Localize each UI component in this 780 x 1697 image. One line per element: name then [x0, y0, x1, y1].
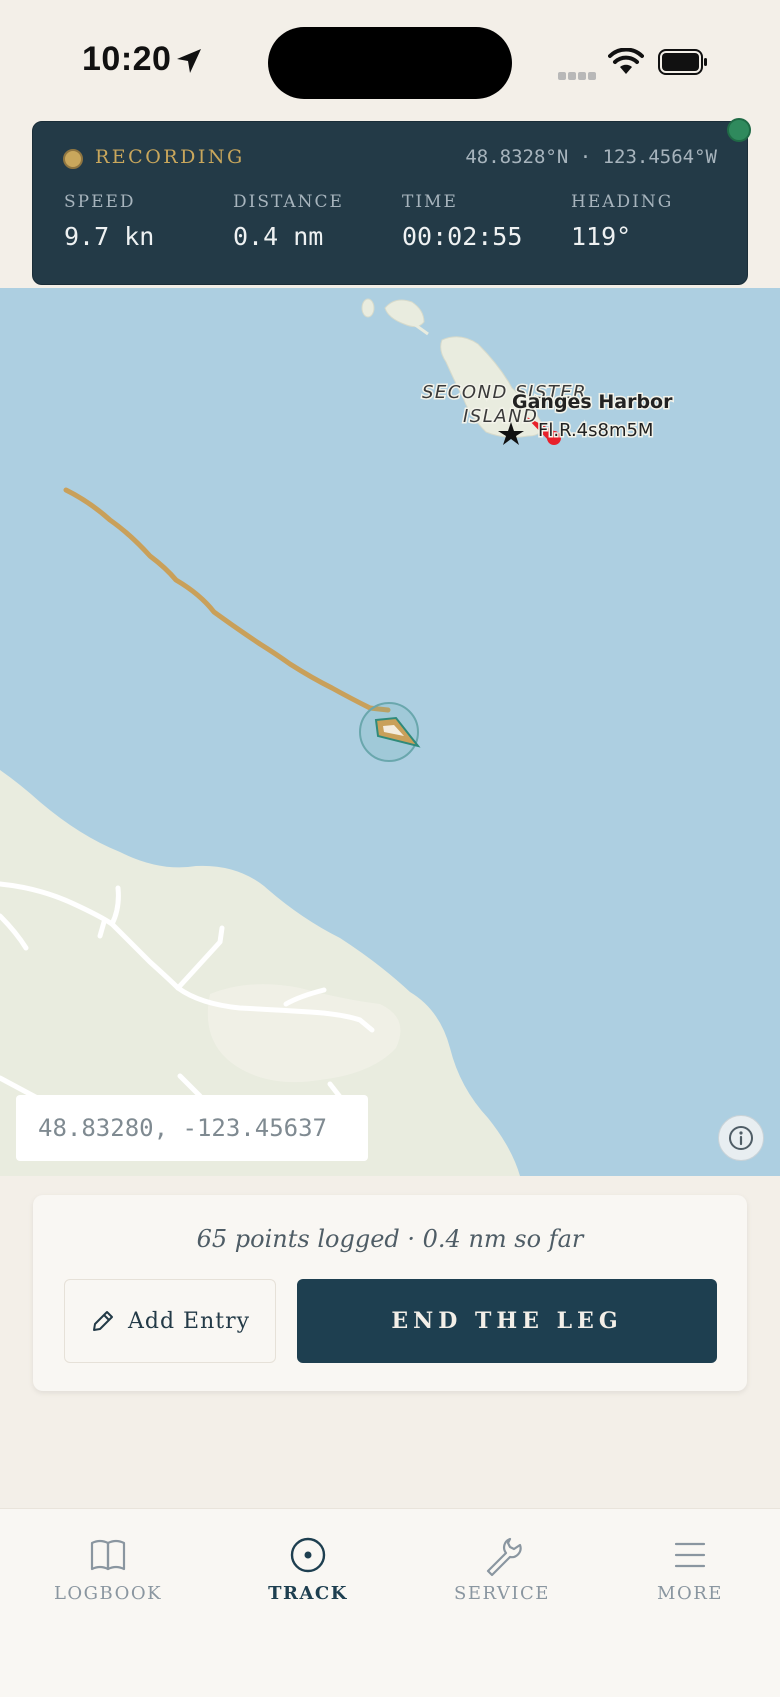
- stat-value: 00:02:55: [402, 222, 523, 251]
- leg-summary-card: 65 points logged · 0.4 nm so far Add Ent…: [33, 1195, 747, 1391]
- light-characteristic: Fl.R.4s8m5M: [538, 420, 653, 441]
- tab-label: TRACK: [268, 1583, 348, 1604]
- current-coordinates: 48.8328°N · 123.4564°W: [465, 146, 717, 168]
- cursor-coordinates: 48.83280, -123.45637: [16, 1095, 368, 1161]
- stat-label: DISTANCE: [233, 192, 344, 212]
- stat-speed: SPEED 9.7 kn: [64, 192, 154, 251]
- map-view[interactable]: SECOND SISTER ISLAND Ganges Harbor Fl.R.…: [0, 288, 780, 1176]
- stat-label: TIME: [402, 192, 458, 212]
- end-leg-button[interactable]: END THE LEG: [297, 1279, 717, 1363]
- tab-label: SERVICE: [454, 1583, 550, 1604]
- add-entry-label: Add Entry: [127, 1308, 251, 1334]
- points-logged-text: 65 points logged · 0.4 nm so far: [196, 1225, 584, 1253]
- end-leg-label: END THE LEG: [391, 1308, 623, 1334]
- pencil-icon: [92, 1311, 113, 1331]
- tab-label: LOGBOOK: [53, 1583, 163, 1604]
- track-line: [63, 487, 391, 713]
- tab-bar: LOGBOOK TRACK SERVICE MORE: [0, 1508, 780, 1697]
- stat-heading: HEADING 119°: [571, 192, 673, 251]
- stat-label: HEADING: [571, 192, 674, 212]
- stat-value: 119°: [571, 222, 632, 251]
- map-canvas[interactable]: SECOND SISTER ISLAND Ganges Harbor Fl.R.…: [0, 288, 780, 1176]
- stat-value: 9.7 kn: [64, 222, 155, 251]
- wrench-icon: [486, 1537, 522, 1577]
- gps-status-dot: [727, 118, 751, 142]
- stat-value: 0.4 nm: [233, 222, 324, 251]
- wifi-icon: [608, 48, 644, 74]
- recording-panel: RECORDING 48.8328°N · 123.4564°W SPEED 9…: [32, 121, 748, 285]
- islet: [384, 299, 425, 328]
- islet: [361, 298, 375, 318]
- tab-label: MORE: [657, 1583, 723, 1604]
- battery-icon: [658, 49, 707, 75]
- stat-distance: DISTANCE 0.4 nm: [233, 192, 344, 251]
- status-time: 10:20: [82, 40, 172, 78]
- dynamic-island: [268, 27, 512, 99]
- location-arrow-icon: [177, 49, 201, 73]
- target-icon: [290, 1537, 326, 1573]
- stat-label: SPEED: [64, 192, 136, 212]
- info-icon: [729, 1126, 753, 1150]
- harbor-name: Ganges Harbor: [512, 391, 673, 413]
- menu-icon: [674, 1542, 706, 1568]
- status-bar: 10:20: [0, 0, 780, 120]
- recording-indicator: [63, 149, 83, 169]
- recording-label: RECORDING: [95, 146, 245, 168]
- stat-time: TIME 00:02:55: [402, 192, 522, 251]
- cellular-signal-icon: [558, 65, 598, 84]
- map-info-button[interactable]: [718, 1115, 764, 1161]
- add-entry-button[interactable]: Add Entry: [64, 1279, 276, 1363]
- book-icon: [90, 1539, 126, 1571]
